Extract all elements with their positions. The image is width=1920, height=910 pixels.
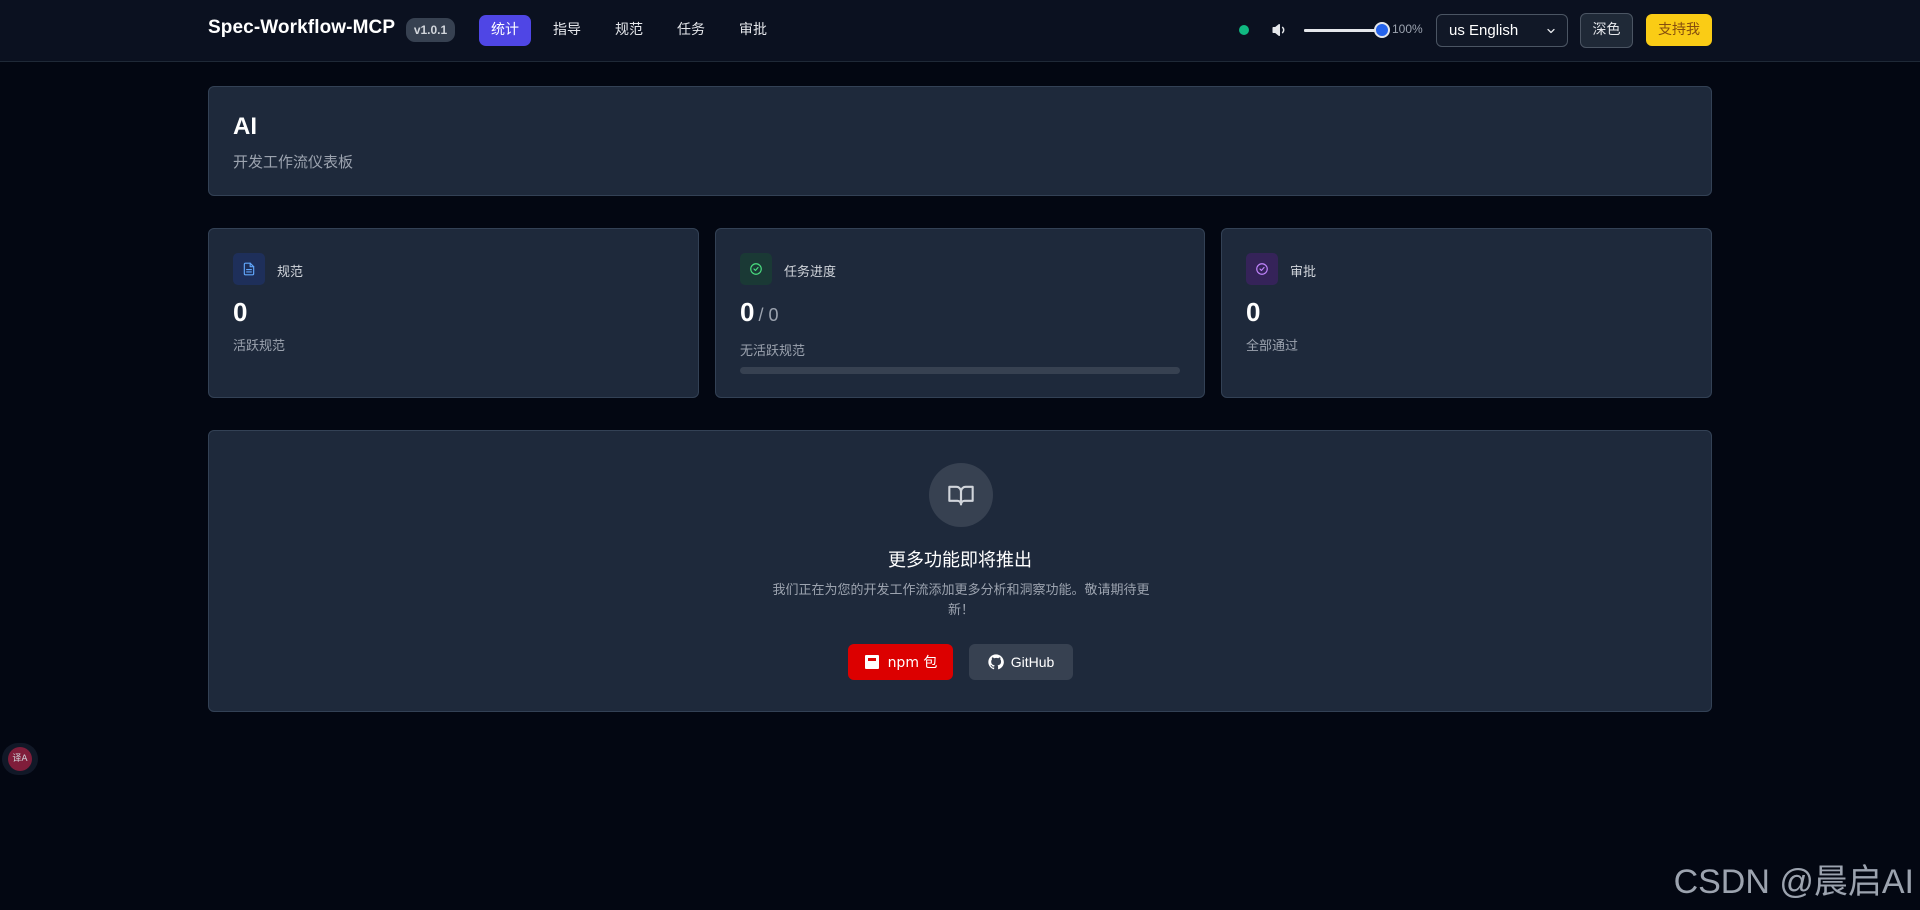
npm-icon xyxy=(864,655,879,669)
language-select-value: us English xyxy=(1449,22,1519,39)
coming-soon-card: 更多功能即将推出 我们正在为您的开发工作流添加更多分析和洞察功能。敬请期待更新！… xyxy=(208,430,1712,712)
task-progress-desc: 无活跃规范 xyxy=(740,344,806,359)
support-button[interactable]: 支持我 xyxy=(1646,14,1712,46)
nav-tab-approvals[interactable]: 审批 xyxy=(727,15,779,46)
specs-stat-label: 规范 xyxy=(277,265,304,280)
dashboard-hero-card: AI 开发工作流仪表板 xyxy=(208,86,1712,196)
volume-icon[interactable] xyxy=(1271,21,1289,39)
translate-float-button[interactable]: 译A xyxy=(2,743,38,775)
top-navbar: Spec-Workflow-MCP v1.0.1 统计 指导 规范 任务 审批 … xyxy=(0,0,1920,62)
language-select[interactable]: us English xyxy=(1436,14,1568,47)
check-circle-icon xyxy=(1246,253,1278,285)
nav-tab-specs[interactable]: 规范 xyxy=(603,15,655,46)
nav-tab-tasks[interactable]: 任务 xyxy=(665,15,717,46)
github-icon xyxy=(988,654,1004,670)
task-progress-label: 任务进度 xyxy=(784,265,837,280)
theme-toggle-button[interactable]: 深色 xyxy=(1580,13,1633,48)
check-circle-icon xyxy=(740,253,772,285)
specs-stat-card: 规范 0 活跃规范 xyxy=(208,228,699,398)
npm-button-label: npm 包 xyxy=(887,655,938,671)
project-title: AI xyxy=(233,113,257,140)
main-nav: 统计 指导 规范 任务 审批 xyxy=(479,15,779,46)
dashboard-subtitle: 开发工作流仪表板 xyxy=(233,153,354,171)
github-button-label: GitHub xyxy=(1010,654,1055,670)
app-title: Spec-Workflow-MCP xyxy=(208,17,396,38)
task-total-count: / 0 xyxy=(758,305,779,325)
version-badge: v1.0.1 xyxy=(406,18,455,42)
document-icon xyxy=(233,253,265,285)
chevron-down-icon xyxy=(1547,28,1555,34)
volume-slider-thumb[interactable] xyxy=(1374,22,1390,38)
task-progress-stat-card: 任务进度 0/ 0 无活跃规范 xyxy=(715,228,1205,398)
book-icon xyxy=(929,463,993,527)
github-button[interactable]: GitHub xyxy=(969,644,1073,680)
nav-tab-guide[interactable]: 指导 xyxy=(541,15,593,46)
translate-icon: 译A xyxy=(8,747,32,771)
specs-stat-desc: 活跃规范 xyxy=(233,339,286,354)
coming-soon-title: 更多功能即将推出 xyxy=(888,550,1032,571)
approvals-stat-card: 审批 0 全部通过 xyxy=(1221,228,1712,398)
specs-stat-value: 0 xyxy=(233,297,248,327)
volume-slider[interactable] xyxy=(1304,22,1390,38)
coming-soon-description: 我们正在为您的开发工作流添加更多分析和洞察功能。敬请期待更新！ xyxy=(772,583,1150,618)
watermark-text: CSDN @晨启AI xyxy=(1673,863,1914,901)
task-progress-value: 0/ 0 xyxy=(740,297,778,328)
task-progress-bar xyxy=(740,367,1180,374)
volume-percent-label: 100% xyxy=(1392,22,1423,36)
approvals-stat-label: 审批 xyxy=(1290,265,1317,280)
npm-package-button[interactable]: npm 包 xyxy=(848,644,953,680)
approvals-stat-value: 0 xyxy=(1246,297,1261,327)
approvals-stat-desc: 全部通过 xyxy=(1246,339,1299,354)
task-completed-count: 0 xyxy=(740,297,755,327)
nav-tab-statistics[interactable]: 统计 xyxy=(479,15,531,46)
connection-status-dot xyxy=(1239,25,1249,35)
